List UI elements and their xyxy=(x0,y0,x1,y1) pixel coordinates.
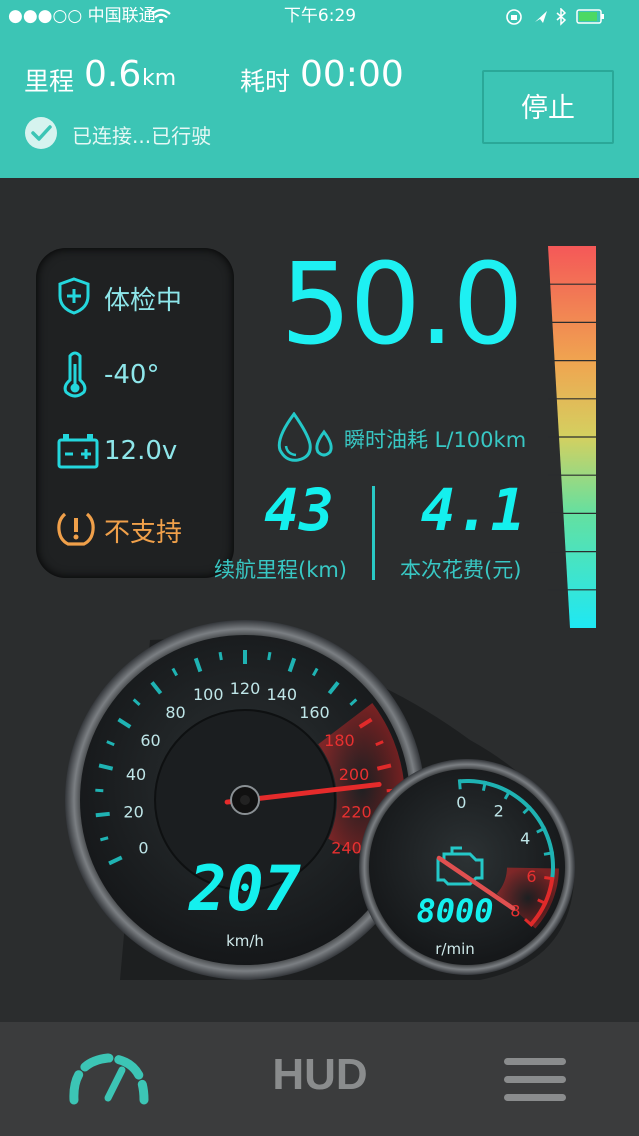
speed-tick-label: 180 xyxy=(324,731,355,750)
tach-tick xyxy=(543,851,555,856)
panel-item-temperature: -40° xyxy=(104,360,160,390)
cost-value: 4.1 xyxy=(420,476,526,544)
duration-value: 00:00 xyxy=(300,54,404,95)
speed-tick-label: 220 xyxy=(341,802,372,821)
tach-tick xyxy=(457,779,462,790)
duration-label: 耗时 xyxy=(240,67,291,96)
speed-tick-label: 20 xyxy=(123,802,143,821)
rpm-unit: r/min xyxy=(435,940,475,958)
tach-tick xyxy=(544,876,555,881)
divider xyxy=(372,486,375,580)
clock: 下午6:29 xyxy=(283,6,357,26)
thermometer-icon xyxy=(63,351,87,398)
connection-status: 已连接...已行驶 xyxy=(72,124,212,148)
gauge-cluster: 020406080100 120 140160180200220240 0 2468 xyxy=(65,620,575,980)
tach-tick-label: 8 xyxy=(510,901,520,920)
speed-tick-label: 0 xyxy=(138,838,148,857)
mileage-label: 里程 xyxy=(24,67,75,96)
speed-unit: km/h xyxy=(226,932,264,950)
fuel-level-scale xyxy=(548,246,596,628)
speed-tick xyxy=(267,651,272,661)
check-circle-icon xyxy=(25,117,57,149)
speed-tick-label: 160 xyxy=(299,703,330,722)
panel-item-tpms: 不支持 xyxy=(104,518,183,548)
tire-pressure-warning-icon xyxy=(57,512,95,546)
speed-tick-label: 40 xyxy=(126,765,146,784)
speed-value: 207 xyxy=(189,852,301,925)
wifi-icon xyxy=(151,8,171,23)
range-value: 43 xyxy=(264,476,334,544)
speed-tick xyxy=(95,811,110,818)
speed-tick-label: 100 xyxy=(193,685,224,704)
speed-tick xyxy=(99,836,109,842)
status-icons xyxy=(506,8,604,26)
shield-plus-icon xyxy=(58,277,90,315)
tach-tick-label: 6 xyxy=(526,867,536,886)
instant-fuel-value: 50.0 xyxy=(280,240,523,370)
menu-icon[interactable] xyxy=(502,1056,568,1104)
speed-tick xyxy=(95,788,104,793)
tach-tick-label: 0 xyxy=(456,793,466,812)
battery-icon xyxy=(57,434,99,469)
speed-tick-label: 200 xyxy=(339,765,370,784)
instant-fuel-caption: 瞬时油耗 L/100km xyxy=(344,428,527,452)
cost-label: 本次花费(元) xyxy=(400,558,522,582)
hud-tab[interactable]: HUD xyxy=(270,1050,370,1100)
speed-tick-label: 140 xyxy=(266,685,297,704)
rpm-value: 8000 xyxy=(416,892,494,930)
carrier-label: ●●●○○ 中国联通 xyxy=(8,6,156,26)
fuel-drop-icon xyxy=(277,412,333,462)
mileage-value: 0.6 xyxy=(84,54,142,95)
gauge-tab-icon[interactable] xyxy=(66,1050,150,1106)
speed-tick xyxy=(218,651,223,661)
tach-tick-label: 2 xyxy=(494,801,504,820)
panel-item-voltage: 12.0v xyxy=(104,436,178,466)
tach-tick xyxy=(481,780,487,792)
tach-tick-label: 4 xyxy=(520,829,530,848)
panel-item-checkup: 体检中 xyxy=(104,286,183,316)
mileage-unit: km xyxy=(142,66,177,91)
range-label: 续航里程(km) xyxy=(214,558,348,582)
speed-tick-label: 80 xyxy=(165,703,185,722)
stop-button[interactable]: 停止 xyxy=(482,70,614,144)
speed-tick-label: 120 xyxy=(230,679,261,698)
speed-tick-label: 60 xyxy=(140,731,160,750)
